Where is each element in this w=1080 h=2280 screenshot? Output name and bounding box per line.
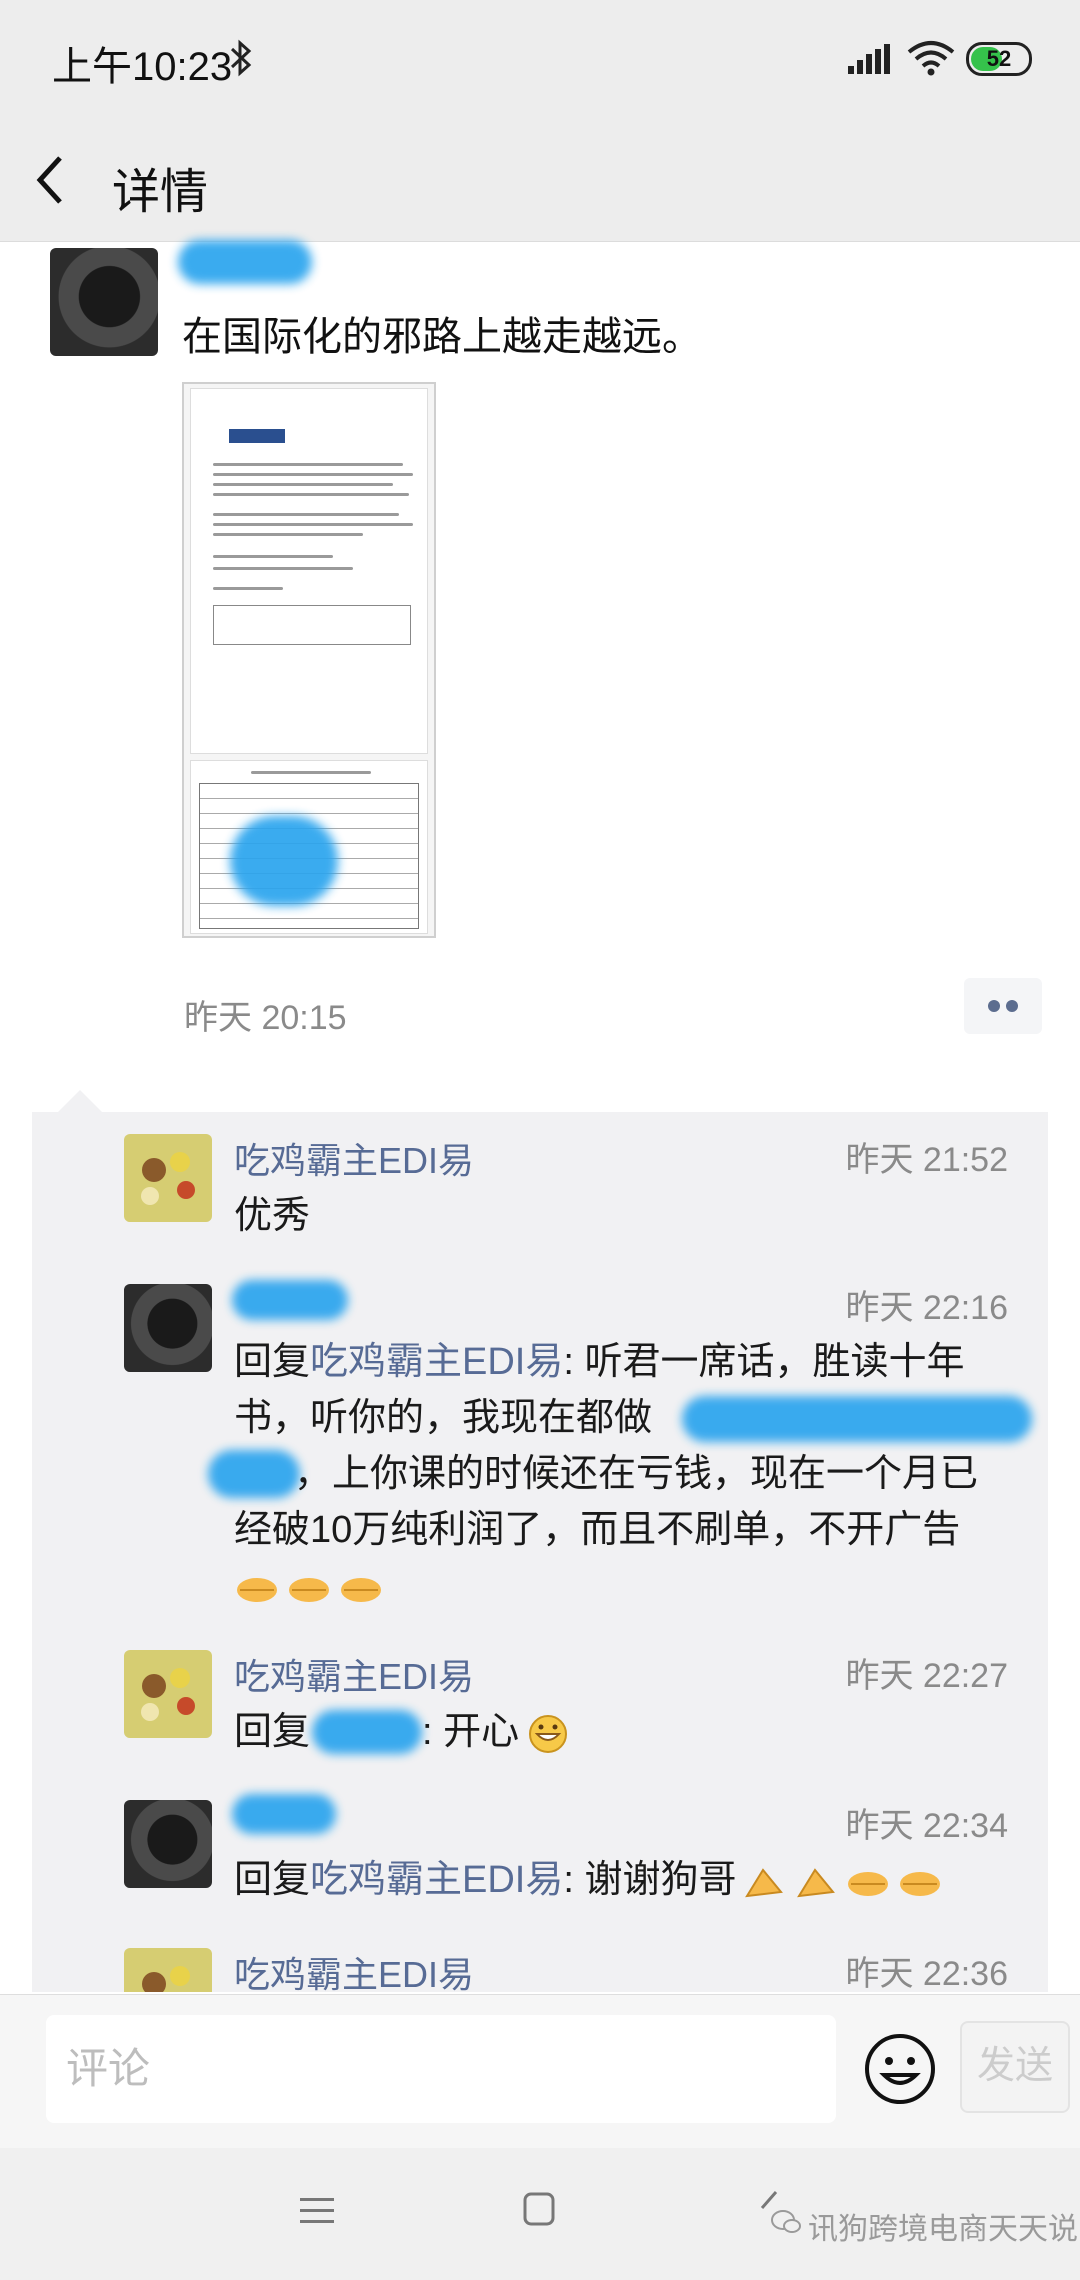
doc-box	[213, 605, 411, 645]
post-time: 昨天 20:15	[184, 999, 347, 1037]
redacted-reply-target	[312, 1710, 422, 1754]
comment-reply-line: ，上你课的时候还在亏钱，现在一个月已	[294, 1453, 979, 1495]
doc-line	[251, 771, 371, 774]
chicken-avatar-image	[141, 1668, 195, 1721]
comment-time: 昨天 22:27	[845, 1657, 1008, 1695]
reply-text: : 开心	[422, 1711, 520, 1753]
comment-time: 昨天 22:34	[845, 1807, 1008, 1845]
redacted-text	[682, 1396, 1032, 1442]
doc-line	[213, 567, 353, 570]
handshake-emoji-icon	[847, 1871, 888, 1896]
doc-line	[213, 493, 409, 496]
clap-emoji-icon	[796, 1868, 835, 1898]
commenter-avatar[interactable]	[124, 1650, 212, 1738]
menu-icon[interactable]	[298, 2196, 336, 2226]
chicken-avatar-image	[142, 1966, 190, 1992]
redacted-commenter-name	[232, 1280, 348, 1320]
post-text: 在国际化的邪路上越走越远。	[182, 315, 702, 359]
comments-pointer	[58, 1090, 102, 1112]
commenter-avatar[interactable]	[124, 1284, 212, 1372]
comments-panel: 吃鸡霸主EDI易 昨天 21:52 优秀 昨天 22:16 回复吃鸡霸主EDI易…	[32, 1112, 1048, 1992]
comment-text: 优秀	[234, 1195, 311, 1237]
comment-reply-line: 书，听你的，我现在都做	[234, 1397, 653, 1439]
emoji-icon[interactable]	[862, 2031, 938, 2107]
page-title: 详情	[112, 166, 209, 219]
reply-prefix: 回复	[234, 1341, 311, 1383]
comment-author[interactable]: 吃鸡霸主EDI易	[234, 1132, 474, 1184]
more-button[interactable]	[964, 978, 1042, 1034]
redacted-text	[208, 1450, 300, 1498]
comment-author[interactable]: 吃鸡霸主EDI易	[234, 1648, 474, 1700]
comment-emoji-line	[234, 1558, 390, 1614]
reply-target[interactable]: 吃鸡霸主EDI易	[310, 1341, 563, 1383]
comment-reply-text: 回复吃鸡霸主EDI易: 听君一席话，胜读十年	[234, 1334, 1024, 1390]
doc-line	[213, 533, 363, 536]
status-bar: 上午10:23 52	[0, 0, 1080, 118]
comment-author[interactable]: 吃鸡霸主EDI易	[234, 1946, 474, 1992]
comment-reply-line: 经破10万纯利润了，而且不刷单，不开广告	[234, 1509, 961, 1551]
comment-time: 昨天 22:16	[845, 1289, 1008, 1327]
commenter-avatar[interactable]	[124, 1800, 212, 1888]
comment-reply-text: : 开心	[422, 1704, 577, 1760]
commenter-avatar[interactable]	[124, 1134, 212, 1222]
battery-level: 52	[986, 46, 1012, 71]
more-dot	[988, 1000, 1000, 1012]
redacted-author-name	[178, 240, 312, 284]
title-bar: 详情	[0, 118, 1080, 242]
bluetooth-icon	[230, 39, 252, 77]
redacted-commenter-name	[232, 1794, 336, 1834]
post-image[interactable]	[182, 382, 436, 938]
reply-line: : 听君一席话，胜读十年	[563, 1341, 965, 1383]
back-icon[interactable]	[30, 152, 70, 208]
chicken-avatar-image	[141, 1152, 195, 1205]
wifi-icon	[907, 41, 955, 76]
signal-icon	[848, 44, 890, 74]
doc-line	[213, 513, 399, 516]
send-button[interactable]: 发送	[960, 2021, 1070, 2113]
reply-target[interactable]: 吃鸡霸主EDI易	[310, 1859, 563, 1901]
grinning-emoji-icon	[529, 1714, 568, 1753]
system-nav-bar: 讯狗跨境电商天天说	[0, 2148, 1080, 2280]
status-time: 上午10:23	[52, 45, 233, 89]
euipo-logo-image	[229, 429, 285, 443]
home-icon[interactable]	[522, 2190, 556, 2228]
doc-line	[213, 523, 413, 526]
commenter-avatar[interactable]	[124, 1948, 212, 1992]
comment-reply-prefix: 回复	[234, 1711, 311, 1753]
doc-line	[213, 473, 413, 476]
more-dot	[1006, 1000, 1018, 1012]
handshake-emoji-icon	[341, 1577, 381, 1602]
handshake-emoji-icon	[237, 1577, 277, 1602]
reply-prefix: 回复	[234, 1859, 311, 1901]
redacted-image-area	[230, 816, 338, 906]
doc-line	[213, 555, 333, 558]
reply-text: : 谢谢狗哥	[563, 1859, 737, 1901]
post-author-avatar[interactable]	[50, 248, 158, 356]
wechat-icon	[771, 2210, 801, 2233]
comment-reply-text: 回复吃鸡霸主EDI易: 谢谢狗哥	[234, 1852, 949, 1908]
watermark-text: 讯狗跨境电商天天说	[808, 2213, 1078, 2246]
clap-emoji-icon	[744, 1868, 783, 1898]
handshake-emoji-icon	[289, 1577, 329, 1602]
battery-indicator: 52	[966, 42, 1032, 76]
document-page	[190, 388, 428, 754]
comment-time: 昨天 21:52	[845, 1141, 1008, 1179]
comment-input-bar: 发送	[0, 1994, 1080, 2148]
comment-time: 昨天 22:36	[845, 1955, 1008, 1992]
comment-input[interactable]	[46, 2015, 836, 2123]
handshake-emoji-icon	[899, 1871, 940, 1896]
doc-line	[213, 463, 403, 466]
doc-line	[213, 483, 393, 486]
doc-line	[213, 587, 283, 590]
